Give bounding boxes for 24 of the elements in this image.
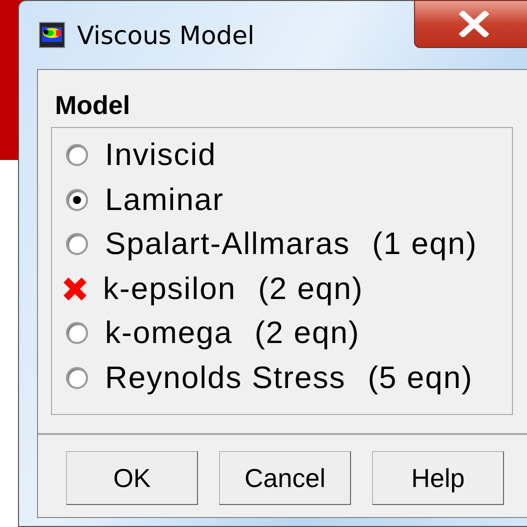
equation-count: (2 eqn): [258, 270, 364, 307]
radio-label: k-epsilon: [103, 270, 236, 307]
help-button[interactable]: Help: [372, 451, 504, 505]
radio-button[interactable]: [66, 322, 88, 344]
radio-label: Inviscid: [105, 137, 216, 174]
equation-count: (2 eqn): [254, 315, 360, 352]
radio-button[interactable]: [66, 366, 88, 389]
close-icon: [459, 11, 489, 37]
radio-button[interactable]: [66, 233, 88, 256]
equation-count: (5 eqn): [368, 360, 473, 396]
radio-label: Laminar: [105, 182, 224, 218]
cancel-button[interactable]: Cancel: [219, 451, 351, 505]
close-button[interactable]: [414, 0, 527, 48]
crossed-radio-button[interactable]: [62, 276, 88, 302]
equation-count: (1 eqn): [372, 226, 478, 262]
radio-button[interactable]: [66, 188, 88, 211]
group-label: Model: [55, 90, 132, 121]
ok-button[interactable]: OK: [66, 451, 198, 505]
radio-button[interactable]: [66, 144, 88, 166]
app-icon: [39, 22, 65, 48]
window-title: Viscous Model: [77, 20, 254, 50]
radio-label: Spalart-Allmaras: [105, 226, 350, 262]
radio-label: Reynolds Stress: [105, 360, 346, 396]
radio-label: k-omega: [105, 315, 233, 352]
